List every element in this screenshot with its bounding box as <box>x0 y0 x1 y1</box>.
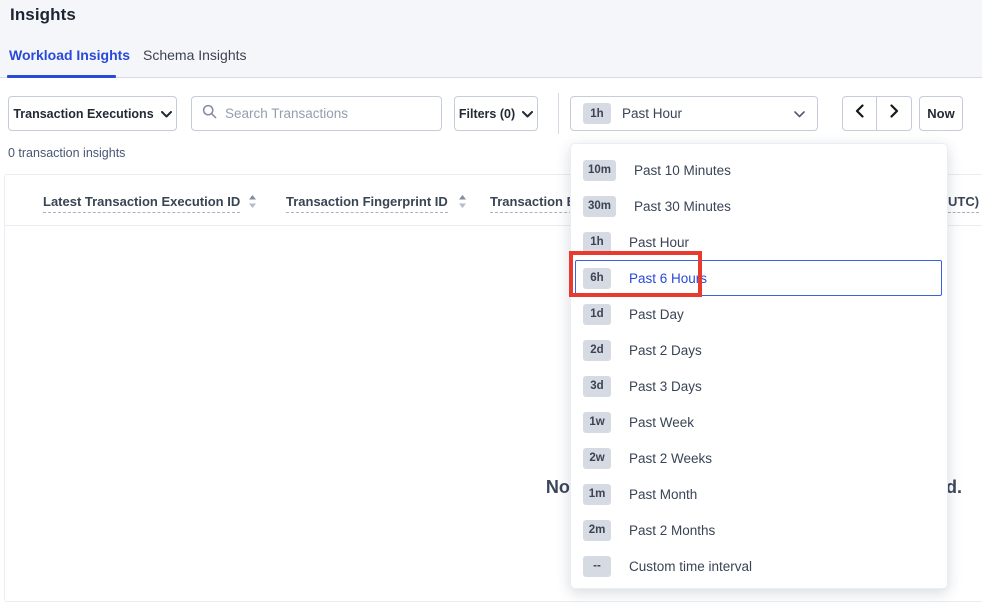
time-interval-label: Past Hour <box>622 106 682 121</box>
time-option-past-month[interactable]: 1m Past Month <box>571 476 947 512</box>
filters-button[interactable]: Filters (0) <box>454 96 538 131</box>
time-option-badge: 30m <box>583 196 616 217</box>
time-option-label: Past Month <box>629 487 697 502</box>
time-option-badge: 1h <box>583 232 611 253</box>
time-option-label: Past 6 Hours <box>629 271 707 286</box>
time-option-label: Past 2 Days <box>629 343 702 358</box>
time-option-past-day[interactable]: 1d Past Day <box>571 296 947 332</box>
insight-type-dropdown-button[interactable]: Transaction Executions <box>8 96 177 131</box>
time-option-badge: 6h <box>583 268 611 289</box>
next-interval-button[interactable] <box>877 96 912 131</box>
time-option-badge: 1d <box>583 304 611 325</box>
time-option-past-3-days[interactable]: 3d Past 3 Days <box>571 368 947 404</box>
toolbar-divider <box>558 93 559 134</box>
time-option-label: Past 10 Minutes <box>634 163 731 178</box>
active-tab-underline <box>7 75 116 78</box>
time-option-label: Past 3 Days <box>629 379 702 394</box>
tab-workload-insights[interactable]: Workload Insights <box>9 47 130 63</box>
column-header-transaction-execution[interactable]: Transaction Ex <box>490 194 582 213</box>
time-option-badge: 2d <box>583 340 611 361</box>
time-option-badge: 1m <box>583 484 611 505</box>
time-option-badge: 10m <box>583 160 616 181</box>
time-option-past-2-months[interactable]: 2m Past 2 Months <box>571 512 947 548</box>
search-input[interactable] <box>225 106 431 121</box>
time-option-badge: -- <box>583 556 611 577</box>
time-interval-picker[interactable]: 1h Past Hour <box>570 96 818 131</box>
column-header-start-time-utc[interactable]: UTC) <box>948 194 979 213</box>
search-box <box>191 96 442 131</box>
previous-interval-button[interactable] <box>842 96 877 131</box>
tab-schema-insights[interactable]: Schema Insights <box>143 47 247 63</box>
page-title: Insights <box>10 5 76 25</box>
time-option-label: Past Hour <box>629 235 689 250</box>
chevron-down-icon <box>794 105 805 123</box>
now-button[interactable]: Now <box>919 96 963 131</box>
chevron-left-icon <box>855 104 864 123</box>
chevron-down-icon <box>161 107 172 121</box>
time-option-past-hour[interactable]: 1h Past Hour <box>571 224 947 260</box>
page-header: Insights Workload Insights Schema Insigh… <box>0 0 982 78</box>
insight-type-label: Transaction Executions <box>13 107 153 121</box>
time-option-badge: 2m <box>583 520 611 541</box>
time-option-label: Past 2 Months <box>629 523 715 538</box>
time-option-past-2-days[interactable]: 2d Past 2 Days <box>571 332 947 368</box>
column-header-latest-transaction-execution-id[interactable]: Latest Transaction Execution ID <box>43 194 240 213</box>
time-option-label: Past 2 Weeks <box>629 451 712 466</box>
insights-count-text: 0 transaction insights <box>8 146 125 160</box>
search-icon <box>202 104 217 124</box>
chevron-down-icon <box>522 107 533 121</box>
time-option-past-10-minutes[interactable]: 10m Past 10 Minutes <box>571 152 947 188</box>
time-option-label: Past Week <box>629 415 694 430</box>
now-label: Now <box>927 106 954 121</box>
time-option-custom-time-interval[interactable]: -- Custom time interval <box>571 548 947 584</box>
time-window-pager <box>842 96 912 131</box>
time-option-badge: 1w <box>583 412 611 433</box>
time-option-badge: 2w <box>583 448 611 469</box>
time-option-label: Custom time interval <box>629 559 752 574</box>
chevron-right-icon <box>890 104 899 123</box>
insights-page: Insights Workload Insights Schema Insigh… <box>0 0 982 605</box>
time-option-label: Past Day <box>629 307 684 322</box>
sort-icon[interactable] <box>458 194 467 214</box>
time-option-past-30-minutes[interactable]: 30m Past 30 Minutes <box>571 188 947 224</box>
filters-label: Filters (0) <box>459 107 515 121</box>
time-option-badge: 3d <box>583 376 611 397</box>
time-option-past-week[interactable]: 1w Past Week <box>571 404 947 440</box>
time-option-past-2-weeks[interactable]: 2w Past 2 Weeks <box>571 440 947 476</box>
time-interval-badge: 1h <box>583 103 611 124</box>
time-option-label: Past 30 Minutes <box>634 199 731 214</box>
sort-icon[interactable] <box>248 194 257 214</box>
column-header-transaction-fingerprint-id[interactable]: Transaction Fingerprint ID <box>286 194 448 213</box>
time-option-past-6-hours[interactable]: 6h Past 6 Hours <box>571 260 947 296</box>
time-interval-dropdown-menu: 10m Past 10 Minutes 30m Past 30 Minutes … <box>570 143 948 589</box>
